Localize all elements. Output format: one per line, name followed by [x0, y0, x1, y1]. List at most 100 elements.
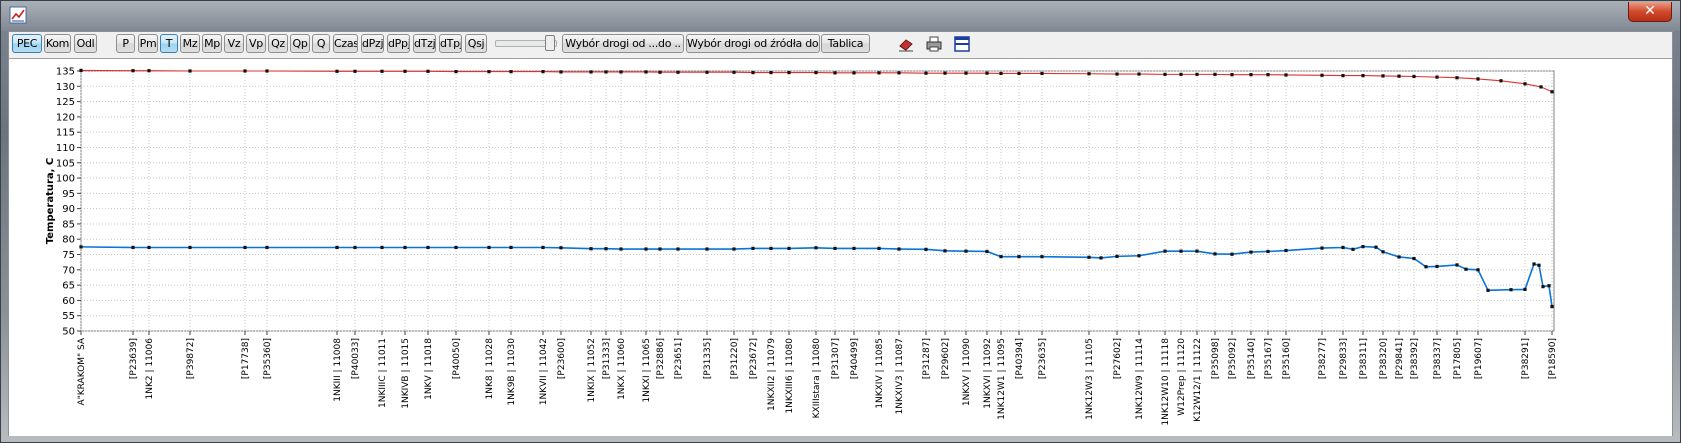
x-tick-label: 1NK12W1 | 11095	[997, 338, 1007, 420]
toolbar-button-mz[interactable]: Mz	[180, 34, 200, 53]
x-tick-label: [P27602]	[1113, 338, 1123, 379]
return-data-point	[924, 247, 928, 251]
supply-data-point	[852, 71, 856, 75]
toolbar-button-q[interactable]: Q	[312, 34, 330, 53]
route-from-source-button[interactable]: Wybór drogi od źródła do ..	[686, 34, 820, 53]
supply-data-point	[769, 70, 773, 75]
table-button[interactable]: Tablica	[821, 34, 870, 53]
toolbar-button-pec[interactable]: PEC	[12, 34, 42, 53]
toolbar-button-p[interactable]: P	[116, 34, 135, 53]
supply-data-point	[1361, 73, 1365, 78]
return-data-point	[1509, 288, 1513, 292]
route-from-to-button[interactable]: Wybór drogi od ...do ..	[562, 34, 684, 53]
x-tick-label: [P23639]	[129, 338, 139, 379]
supply-data-point	[877, 71, 881, 75]
toolbar-button-kom[interactable]: Kom	[44, 34, 71, 53]
x-tick-label: [P31307]	[831, 338, 841, 379]
supply-data-point	[1550, 90, 1554, 94]
supply-data-point	[732, 70, 736, 74]
supply-data-point	[1284, 73, 1288, 77]
x-tick-label: [P38320]	[1379, 338, 1389, 379]
main-panel: PEC Kom Odl P Pm T Mz Mp Vz Vp Qz Qp Q Czas dPzj dPpj dT…	[8, 31, 1673, 436]
return-data-point	[1115, 254, 1119, 258]
chart-area: 50 55 60 65 70 75 80 85 90 95 100 105 110 115 120 125 13…	[9, 58, 1672, 436]
return-data-point	[999, 255, 1003, 259]
toolbar-button-t[interactable]: T	[160, 34, 178, 53]
toolbar-button-vz[interactable]: Vz	[224, 34, 244, 53]
toolbar-button-qsj[interactable]: Qsj	[465, 34, 487, 53]
toolbar-button-qz[interactable]: Qz	[268, 34, 288, 53]
printer-icon[interactable]	[924, 34, 944, 54]
toolbar-button-dpzj[interactable]: dPzj	[361, 34, 384, 53]
supply-data-point	[353, 69, 357, 73]
supply-data-point	[147, 69, 151, 73]
x-tick-label: 1NKXV | 11090	[962, 338, 972, 406]
return-data-point	[1541, 285, 1545, 289]
supply-data-point	[751, 70, 755, 75]
x-tick-label: 1NKIIIC | 11011	[378, 338, 388, 408]
x-tick-label: [P32886]	[656, 338, 666, 379]
return-data-point	[1284, 248, 1288, 253]
supply-data-point	[1163, 72, 1167, 76]
return-data-point	[541, 245, 545, 250]
return-data-point	[1547, 284, 1551, 288]
toolbar-button-dtzj[interactable]: dTzj	[413, 34, 436, 53]
supply-data-point	[985, 71, 989, 75]
x-tick-label: 1NK12W10 | 11118	[1161, 338, 1171, 426]
return-data-point	[1412, 256, 1416, 261]
supply-data-point	[188, 69, 192, 73]
return-data-point	[1476, 268, 1480, 272]
zoom-slider[interactable]	[495, 34, 557, 52]
close-button[interactable]: ✕	[1628, 2, 1672, 22]
y-tick-label: 85	[62, 219, 75, 230]
toolbar-button-mp[interactable]: Mp	[202, 34, 222, 53]
toolbar-button-dppj[interactable]: dPpj	[387, 34, 410, 53]
window-split-icon[interactable]	[952, 34, 972, 54]
return-data-point	[1230, 252, 1234, 256]
x-tick-label: 1NKX | 11060	[617, 338, 627, 400]
y-tick-label: 110	[56, 143, 75, 154]
supply-data-point	[1040, 71, 1044, 76]
toolbar-button-vp[interactable]: Vp	[246, 34, 266, 53]
supply-data-point	[403, 69, 407, 73]
return-data-point	[426, 245, 430, 250]
return-data-point	[852, 246, 856, 251]
x-tick-label: 1NK8 | 11028	[485, 338, 495, 400]
title-bar[interactable]: ✕	[1, 1, 1680, 31]
supply-data-point	[1476, 77, 1480, 81]
toolbar: PEC Kom Odl P Pm T Mz Mp Vz Vp Qz Qp Q Czas dPzj dPpj dT…	[9, 32, 1672, 56]
x-tick-label: [P35098]	[1211, 338, 1221, 379]
x-tick-label: 1NKXII2 | 11079	[767, 338, 777, 411]
x-tick-label: [P17805]	[1453, 338, 1463, 379]
return-data-point	[1266, 249, 1270, 254]
return-data-point	[814, 246, 818, 250]
return-data-point	[751, 246, 755, 251]
return-data-point	[658, 247, 662, 251]
y-tick-label: 125	[56, 97, 75, 108]
toolbar-button-dtpj[interactable]: dTpj	[439, 34, 462, 53]
return-data-point	[131, 245, 135, 250]
x-tick-label: 1NKXVI | 11092	[983, 338, 993, 409]
x-tick-label: [P39872]	[186, 338, 196, 379]
x-tick-label: [P40033]	[351, 338, 361, 379]
return-data-point	[1195, 249, 1199, 253]
toolbar-button-qp[interactable]: Qp	[290, 34, 310, 53]
return-data-point	[769, 246, 773, 251]
return-data-point	[335, 245, 339, 250]
x-tick-label: [P29841]	[1395, 338, 1405, 379]
supply-data-point	[814, 70, 818, 75]
toolbar-button-odl[interactable]: Odl	[74, 34, 97, 53]
slider-thumb[interactable]	[545, 35, 555, 51]
x-tick-label: [P38291]	[1521, 338, 1531, 379]
eraser-icon[interactable]	[896, 34, 916, 54]
return-data-point	[943, 249, 947, 253]
return-data-point	[454, 245, 458, 250]
toolbar-button-czas[interactable]: Czas	[333, 34, 358, 53]
supply-data-point	[1539, 85, 1543, 89]
y-tick-label: 130	[56, 82, 75, 93]
return-data-point	[676, 247, 680, 251]
supply-data-point	[1523, 82, 1527, 86]
return-data-point	[1361, 244, 1365, 249]
toolbar-button-pm[interactable]: Pm	[138, 34, 158, 53]
y-tick-label: 115	[56, 128, 75, 139]
